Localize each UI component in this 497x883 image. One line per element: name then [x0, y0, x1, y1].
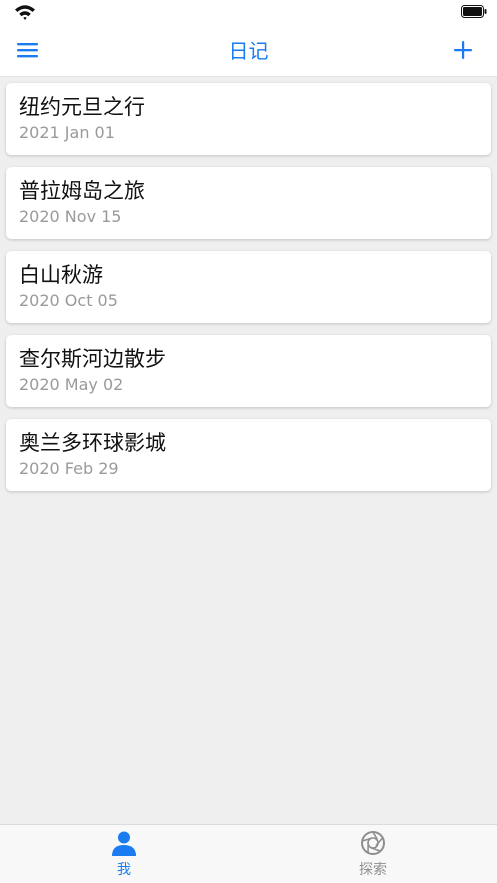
diary-entry[interactable]: 白山秋游 2020 Oct 05 [6, 251, 491, 323]
diary-entry[interactable]: 纽约元旦之行 2021 Jan 01 [6, 83, 491, 155]
person-icon [112, 831, 136, 856]
tab-label: 探索 [359, 862, 387, 878]
wifi-icon [15, 5, 35, 20]
tab-bar: 我 探索 [0, 824, 497, 883]
entry-date: 2021 Jan 01 [19, 123, 115, 142]
aperture-icon [361, 831, 385, 855]
status-bar [0, 0, 497, 26]
entry-date: 2020 Feb 29 [19, 459, 119, 478]
entry-date: 2020 Oct 05 [19, 291, 118, 310]
entry-date: 2020 Nov 15 [19, 207, 122, 226]
entry-title: 查尔斯河边散步 [19, 347, 166, 371]
navigation-bar: 日记 [0, 26, 497, 77]
entry-date: 2020 May 02 [19, 375, 124, 394]
entry-title: 白山秋游 [19, 263, 103, 287]
diary-entry[interactable]: 普拉姆岛之旅 2020 Nov 15 [6, 167, 491, 239]
tab-explore[interactable]: 探索 [249, 825, 497, 883]
diary-list: 纽约元旦之行 2021 Jan 01 普拉姆岛之旅 2020 Nov 15 白山… [6, 83, 491, 503]
diary-entry[interactable]: 奥兰多环球影城 2020 Feb 29 [6, 419, 491, 491]
tab-label: 我 [117, 862, 131, 878]
entry-title: 纽约元旦之行 [19, 95, 145, 119]
battery-icon [461, 5, 487, 18]
plus-icon[interactable] [453, 40, 473, 60]
tab-me[interactable]: 我 [0, 825, 248, 883]
entry-title: 普拉姆岛之旅 [19, 179, 145, 203]
diary-entry[interactable]: 查尔斯河边散步 2020 May 02 [6, 335, 491, 407]
page-title: 日记 [228, 39, 269, 63]
entry-title: 奥兰多环球影城 [19, 431, 166, 455]
